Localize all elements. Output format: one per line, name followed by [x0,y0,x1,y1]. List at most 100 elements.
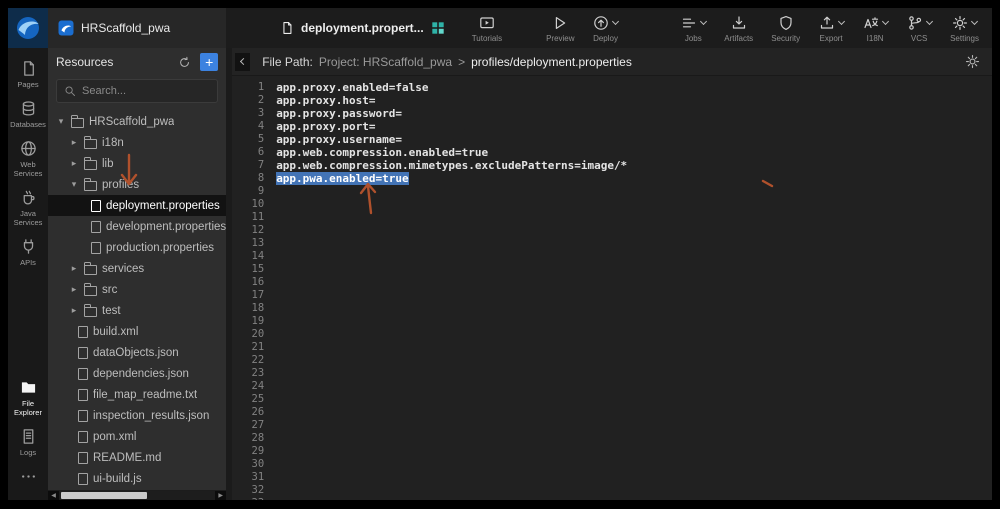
code-line-27[interactable]: 27 [232,419,992,432]
tree-item-label: production.properties [106,242,214,254]
code-line-9[interactable]: 9 [232,185,992,198]
code-line-16[interactable]: 16 [232,276,992,289]
tree-file-dependencies.json[interactable]: dependencies.json [48,363,226,384]
tree-file-dataObjects.json[interactable]: dataObjects.json [48,342,226,363]
code-line-33[interactable]: 33 [232,497,992,500]
code-line-30[interactable]: 30 [232,458,992,471]
refresh-icon[interactable] [178,56,191,69]
code-line-25[interactable]: 25 [232,393,992,406]
code-line-29[interactable]: 29 [232,445,992,458]
sidebar-item-pages[interactable]: Pages [8,55,48,95]
app-logo[interactable] [8,8,48,48]
sidebar-item-databases[interactable]: Databases [8,95,48,135]
sidebar-item-logs[interactable]: Logs [8,423,48,463]
code-line-12[interactable]: 12 [232,224,992,237]
code-line-19[interactable]: 19 [232,315,992,328]
code-line-20[interactable]: 20 [232,328,992,341]
chevron-right-icon[interactable]: ▸ [69,158,79,169]
code-line-17[interactable]: 17 [232,289,992,302]
chevron-down-icon [971,17,978,24]
code-line-2[interactable]: 2app.proxy.host= [232,94,992,107]
code-line-7[interactable]: 7app.web.compression.mimetypes.excludePa… [232,159,992,172]
tree-folder-profiles[interactable]: ▾profiles [48,174,226,195]
chevron-down-icon [700,17,707,24]
sidebar-item-java-services[interactable]: Java Services [8,184,48,233]
scrollbar-track[interactable] [59,491,215,500]
tree-item-label: dependencies.json [93,368,189,380]
tree-file-file_map_readme.txt[interactable]: file_map_readme.txt [48,384,226,405]
chevron-right-icon[interactable]: ▸ [69,263,79,274]
tool-security[interactable]: Security [762,14,809,43]
tree-folder-src[interactable]: ▸src [48,279,226,300]
code-line-28[interactable]: 28 [232,432,992,445]
code-editor[interactable]: 1app.proxy.enabled=false2app.proxy.host=… [232,76,992,500]
tree-folder-services[interactable]: ▸services [48,258,226,279]
code-line-18[interactable]: 18 [232,302,992,315]
code-line-8[interactable]: 8app.pwa.enabled=true [232,172,992,185]
tool-tutorials[interactable]: Tutorials [463,14,511,43]
code-line-22[interactable]: 22 [232,354,992,367]
tree-file-inspection_results.json[interactable]: inspection_results.json [48,405,226,426]
code-line-21[interactable]: 21 [232,341,992,354]
code-line-5[interactable]: 5app.proxy.username= [232,133,992,146]
tool-export[interactable]: Export [809,14,853,43]
tree-file-production.properties[interactable]: production.properties [48,237,226,258]
code-line-32[interactable]: 32 [232,484,992,497]
dashboard-grid-icon[interactable] [431,21,445,35]
tool-vcs[interactable]: VCS [897,14,941,43]
sidebar-item-more[interactable] [8,463,48,494]
tool-jobs[interactable]: Jobs [671,14,715,43]
code-line-1[interactable]: 1app.proxy.enabled=false [232,81,992,94]
code-line-14[interactable]: 14 [232,250,992,263]
code-line-23[interactable]: 23 [232,367,992,380]
file-tab[interactable]: deployment.propert... [280,8,445,48]
tree-file-README.md[interactable]: README.md [48,447,226,468]
line-number: 20 [232,328,276,341]
file-path-separator: > [458,55,465,69]
code-line-24[interactable]: 24 [232,380,992,393]
tree-file-deployment.properties[interactable]: deployment.properties [48,195,226,216]
editor-settings-gear-icon[interactable] [965,54,980,69]
sidebar-item-web-services[interactable]: Web Services [8,135,48,184]
add-resource-button[interactable]: + [200,53,218,71]
code-line-15[interactable]: 15 [232,263,992,276]
chevron-right-icon[interactable]: ▸ [69,284,79,295]
chevron-down-icon[interactable]: ▾ [56,116,66,127]
chevron-right-icon[interactable]: ▸ [69,305,79,316]
sidebar-item-label: Web Services [8,160,48,178]
tree-file-pom.xml[interactable]: pom.xml [48,426,226,447]
scroll-left-button[interactable]: ◀ [48,491,59,500]
tool-artifacts[interactable]: Artifacts [715,14,762,43]
sidebar-item-file-explorer[interactable]: File Explorer [8,374,48,423]
tool-deploy[interactable]: Deploy [584,14,628,43]
line-number: 4 [232,120,276,133]
sidebar-item-apis[interactable]: APIs [8,233,48,273]
code-line-11[interactable]: 11 [232,211,992,224]
tool-i18n[interactable]: I18N [853,14,897,43]
code-line-10[interactable]: 10 [232,198,992,211]
tool-preview[interactable]: Preview [537,14,583,43]
scroll-right-button[interactable]: ▶ [215,491,226,500]
code-line-31[interactable]: 31 [232,471,992,484]
line-number: 8 [232,172,276,185]
code-line-6[interactable]: 6app.web.compression.enabled=true [232,146,992,159]
search-input[interactable] [82,85,194,97]
code-line-26[interactable]: 26 [232,406,992,419]
project-selector[interactable]: HRScaffold_pwa [48,8,226,48]
tree-file-development.properties[interactable]: development.properties [48,216,226,237]
scrollbar-thumb[interactable] [61,492,147,499]
code-line-3[interactable]: 3app.proxy.password= [232,107,992,120]
tree-folder-lib[interactable]: ▸lib [48,153,226,174]
code-line-4[interactable]: 4app.proxy.port= [232,120,992,133]
tree-file-build.xml[interactable]: build.xml [48,321,226,342]
code-line-13[interactable]: 13 [232,237,992,250]
line-number: 15 [232,263,276,276]
tree-folder-i18n[interactable]: ▸i18n [48,132,226,153]
chevron-right-icon[interactable]: ▸ [69,137,79,148]
collapse-panel-button[interactable] [235,53,250,71]
chevron-down-icon[interactable]: ▾ [69,179,79,190]
tool-settings[interactable]: Settings [941,14,988,43]
tree-file-ui-build.js[interactable]: ui-build.js [48,468,226,489]
tree-folder-HRScaffold_pwa[interactable]: ▾HRScaffold_pwa [48,111,226,132]
tree-folder-test[interactable]: ▸test [48,300,226,321]
